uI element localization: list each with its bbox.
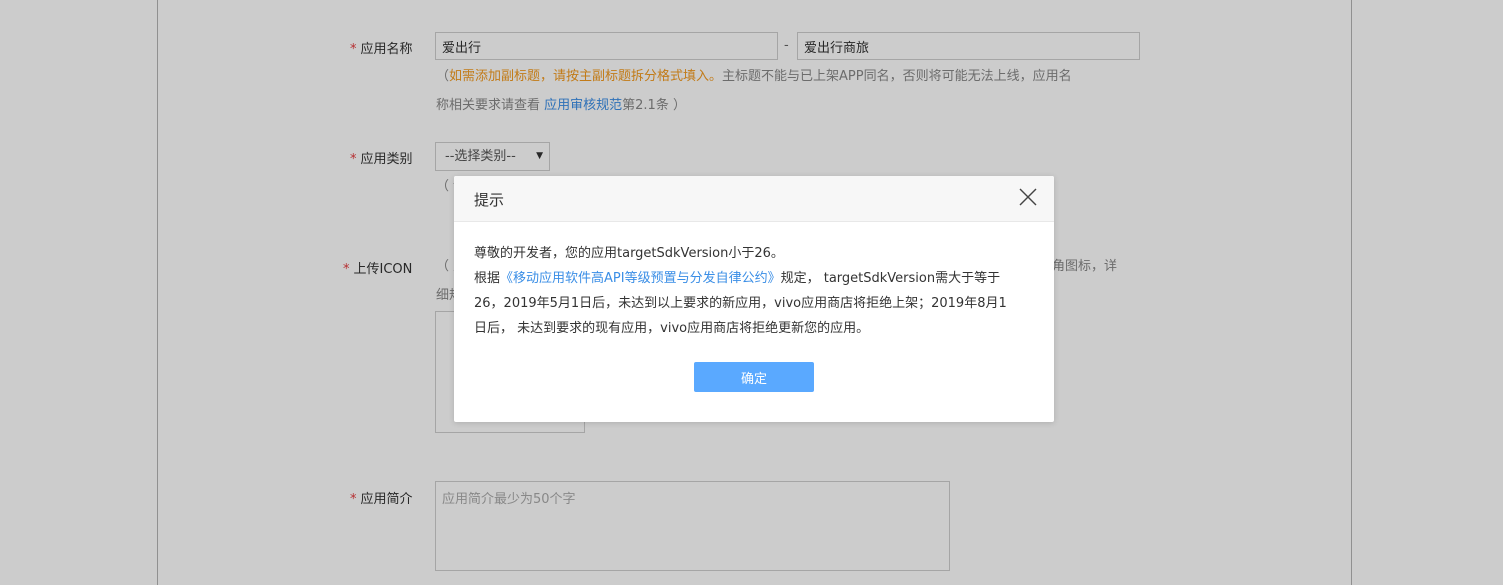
dialog-header: 提示	[454, 176, 1054, 222]
notice-dialog: 提示 尊敬的开发者，您的应用targetSdkVersion小于26。 根据《移…	[454, 176, 1054, 422]
dialog-line-3: 26，2019年5月1日后，未达到以上要求的新应用，vivo应用商店将拒绝上架；…	[474, 296, 1007, 311]
close-icon[interactable]	[1018, 187, 1038, 207]
dialog-line-2: 根据《移动应用软件高API等级预置与分发自律公约》规定， targetSdkVe…	[474, 271, 1001, 286]
convention-link[interactable]: 《移动应用软件高API等级预置与分发自律公约》	[500, 271, 781, 286]
confirm-button[interactable]: 确定	[694, 362, 814, 392]
dialog-line-1: 尊敬的开发者，您的应用targetSdkVersion小于26。	[474, 246, 784, 261]
dialog-line-4: 日后， 未达到要求的现有应用，vivo应用商店将拒绝更新您的应用。	[474, 321, 870, 336]
dialog-title: 提示	[474, 191, 505, 209]
dialog-message: 尊敬的开发者，您的应用targetSdkVersion小于26。 根据《移动应用…	[474, 241, 1036, 341]
